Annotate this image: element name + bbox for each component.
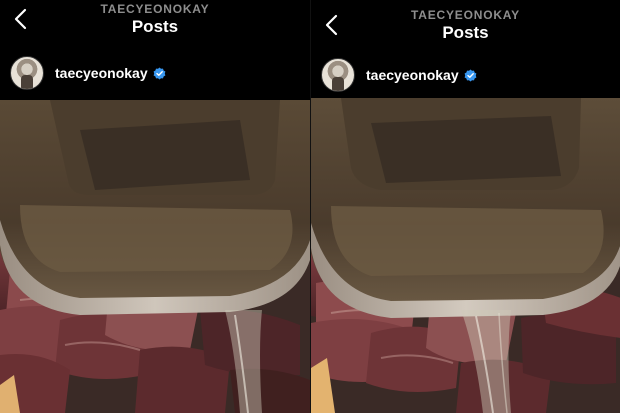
header-titles: TAECYEONOKAY Posts <box>0 2 310 37</box>
post-screen-right: TAECYEONOKAY Posts taecyeonokay <box>310 0 620 413</box>
account-name[interactable]: taecyeonokay <box>366 67 459 83</box>
page-title: Posts <box>442 23 489 42</box>
account-name[interactable]: taecyeonokay <box>55 65 148 81</box>
page-title: Posts <box>131 17 179 36</box>
top-bar: TAECYEONOKAY Posts <box>311 0 620 52</box>
post-author-bar: taecyeonokay <box>311 52 620 98</box>
post-screen-left: TAECYEONOKAY Posts taecyeonokay <box>0 0 310 413</box>
steak-broth-image <box>311 98 620 413</box>
post-photo[interactable] <box>311 98 620 413</box>
steak-broth-image <box>0 100 310 413</box>
post-photo[interactable] <box>0 100 310 413</box>
avatar[interactable] <box>10 56 44 90</box>
top-bar: TAECYEONOKAY Posts <box>0 0 310 46</box>
post-author-bar: taecyeonokay <box>0 46 310 100</box>
avatar[interactable] <box>321 58 355 92</box>
verified-badge-icon <box>464 69 477 81</box>
header-titles: TAECYEONOKAY Posts <box>311 8 620 43</box>
screenshot-pair: TAECYEONOKAY Posts taecyeonokay TAECYEON… <box>0 0 620 413</box>
verified-badge-icon <box>153 67 166 79</box>
header-username: TAECYEONOKAY <box>411 8 520 22</box>
header-username: TAECYEONOKAY <box>100 2 210 16</box>
